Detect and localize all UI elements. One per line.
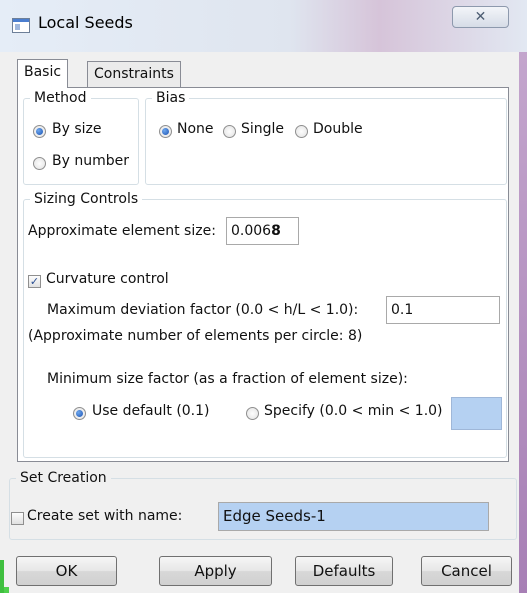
bias-double-label[interactable]: Double	[313, 121, 363, 137]
close-button[interactable]: ✕	[452, 6, 509, 28]
approx-size-input[interactable]: 0.0068	[226, 217, 299, 245]
tab-basic[interactable]: Basic	[17, 59, 69, 88]
curvature-control-label[interactable]: Curvature control	[46, 271, 169, 287]
bias-none-label[interactable]: None	[177, 121, 214, 137]
specify-radio[interactable]	[246, 407, 259, 420]
set-creation-label: Set Creation	[20, 470, 107, 486]
close-icon: ✕	[474, 9, 487, 25]
approx-size-label: Approximate element size:	[28, 223, 216, 239]
bias-group-label: Bias	[156, 90, 186, 106]
create-set-checkbox[interactable]	[11, 512, 24, 525]
specify-min-input[interactable]	[451, 397, 502, 430]
use-default-label[interactable]: Use default (0.1)	[92, 403, 210, 419]
method-group-label: Method	[34, 90, 87, 106]
create-set-label[interactable]: Create set with name:	[27, 508, 182, 524]
bias-double-radio[interactable]	[295, 125, 308, 138]
bias-none-radio[interactable]	[159, 125, 172, 138]
ok-button[interactable]: OK	[16, 556, 117, 586]
dialog-client-area: Basic Constraints Method By size By numb…	[9, 52, 518, 593]
bias-single-label[interactable]: Single	[241, 121, 284, 137]
approx-size-value-last-digit: 8	[271, 223, 281, 239]
sizing-controls-label: Sizing Controls	[34, 191, 139, 207]
max-deviation-input[interactable]: 0.1	[386, 296, 500, 324]
approx-elements-note: (Approximate number of elements per circ…	[28, 328, 363, 344]
bias-group: Bias	[145, 90, 507, 185]
desktop-background-left-strip	[0, 560, 4, 593]
use-default-radio[interactable]	[73, 407, 86, 420]
window-app-icon	[12, 18, 30, 33]
local-seeds-dialog: Local Seeds ✕ Basic Constraints Method B…	[0, 0, 527, 593]
window-title: Local Seeds	[38, 13, 133, 32]
approx-size-value: 0.006	[231, 223, 272, 239]
tab-constraints[interactable]: Constraints	[87, 61, 181, 87]
by-number-label[interactable]: By number	[52, 153, 129, 169]
desktop-background-edge	[519, 0, 527, 593]
by-size-radio[interactable]	[33, 125, 46, 138]
bias-single-radio[interactable]	[223, 125, 236, 138]
max-deviation-label: Maximum deviation factor (0.0 < h/L < 1.…	[47, 302, 359, 318]
curvature-control-checkbox[interactable]: ✓	[28, 275, 41, 288]
title-bar[interactable]: Local Seeds ✕	[0, 0, 527, 52]
min-size-factor-label: Minimum size factor (as a fraction of el…	[47, 371, 408, 387]
apply-button[interactable]: Apply	[159, 556, 272, 586]
basic-tab-panel: Method By size By number Bias None Singl…	[17, 87, 509, 462]
cancel-button[interactable]: Cancel	[421, 556, 512, 586]
by-number-radio[interactable]	[33, 157, 46, 170]
by-size-label[interactable]: By size	[52, 121, 102, 137]
set-name-input[interactable]: Edge Seeds-1	[218, 502, 489, 531]
defaults-button[interactable]: Defaults	[295, 556, 393, 586]
specify-label[interactable]: Specify (0.0 < min < 1.0)	[264, 403, 443, 419]
